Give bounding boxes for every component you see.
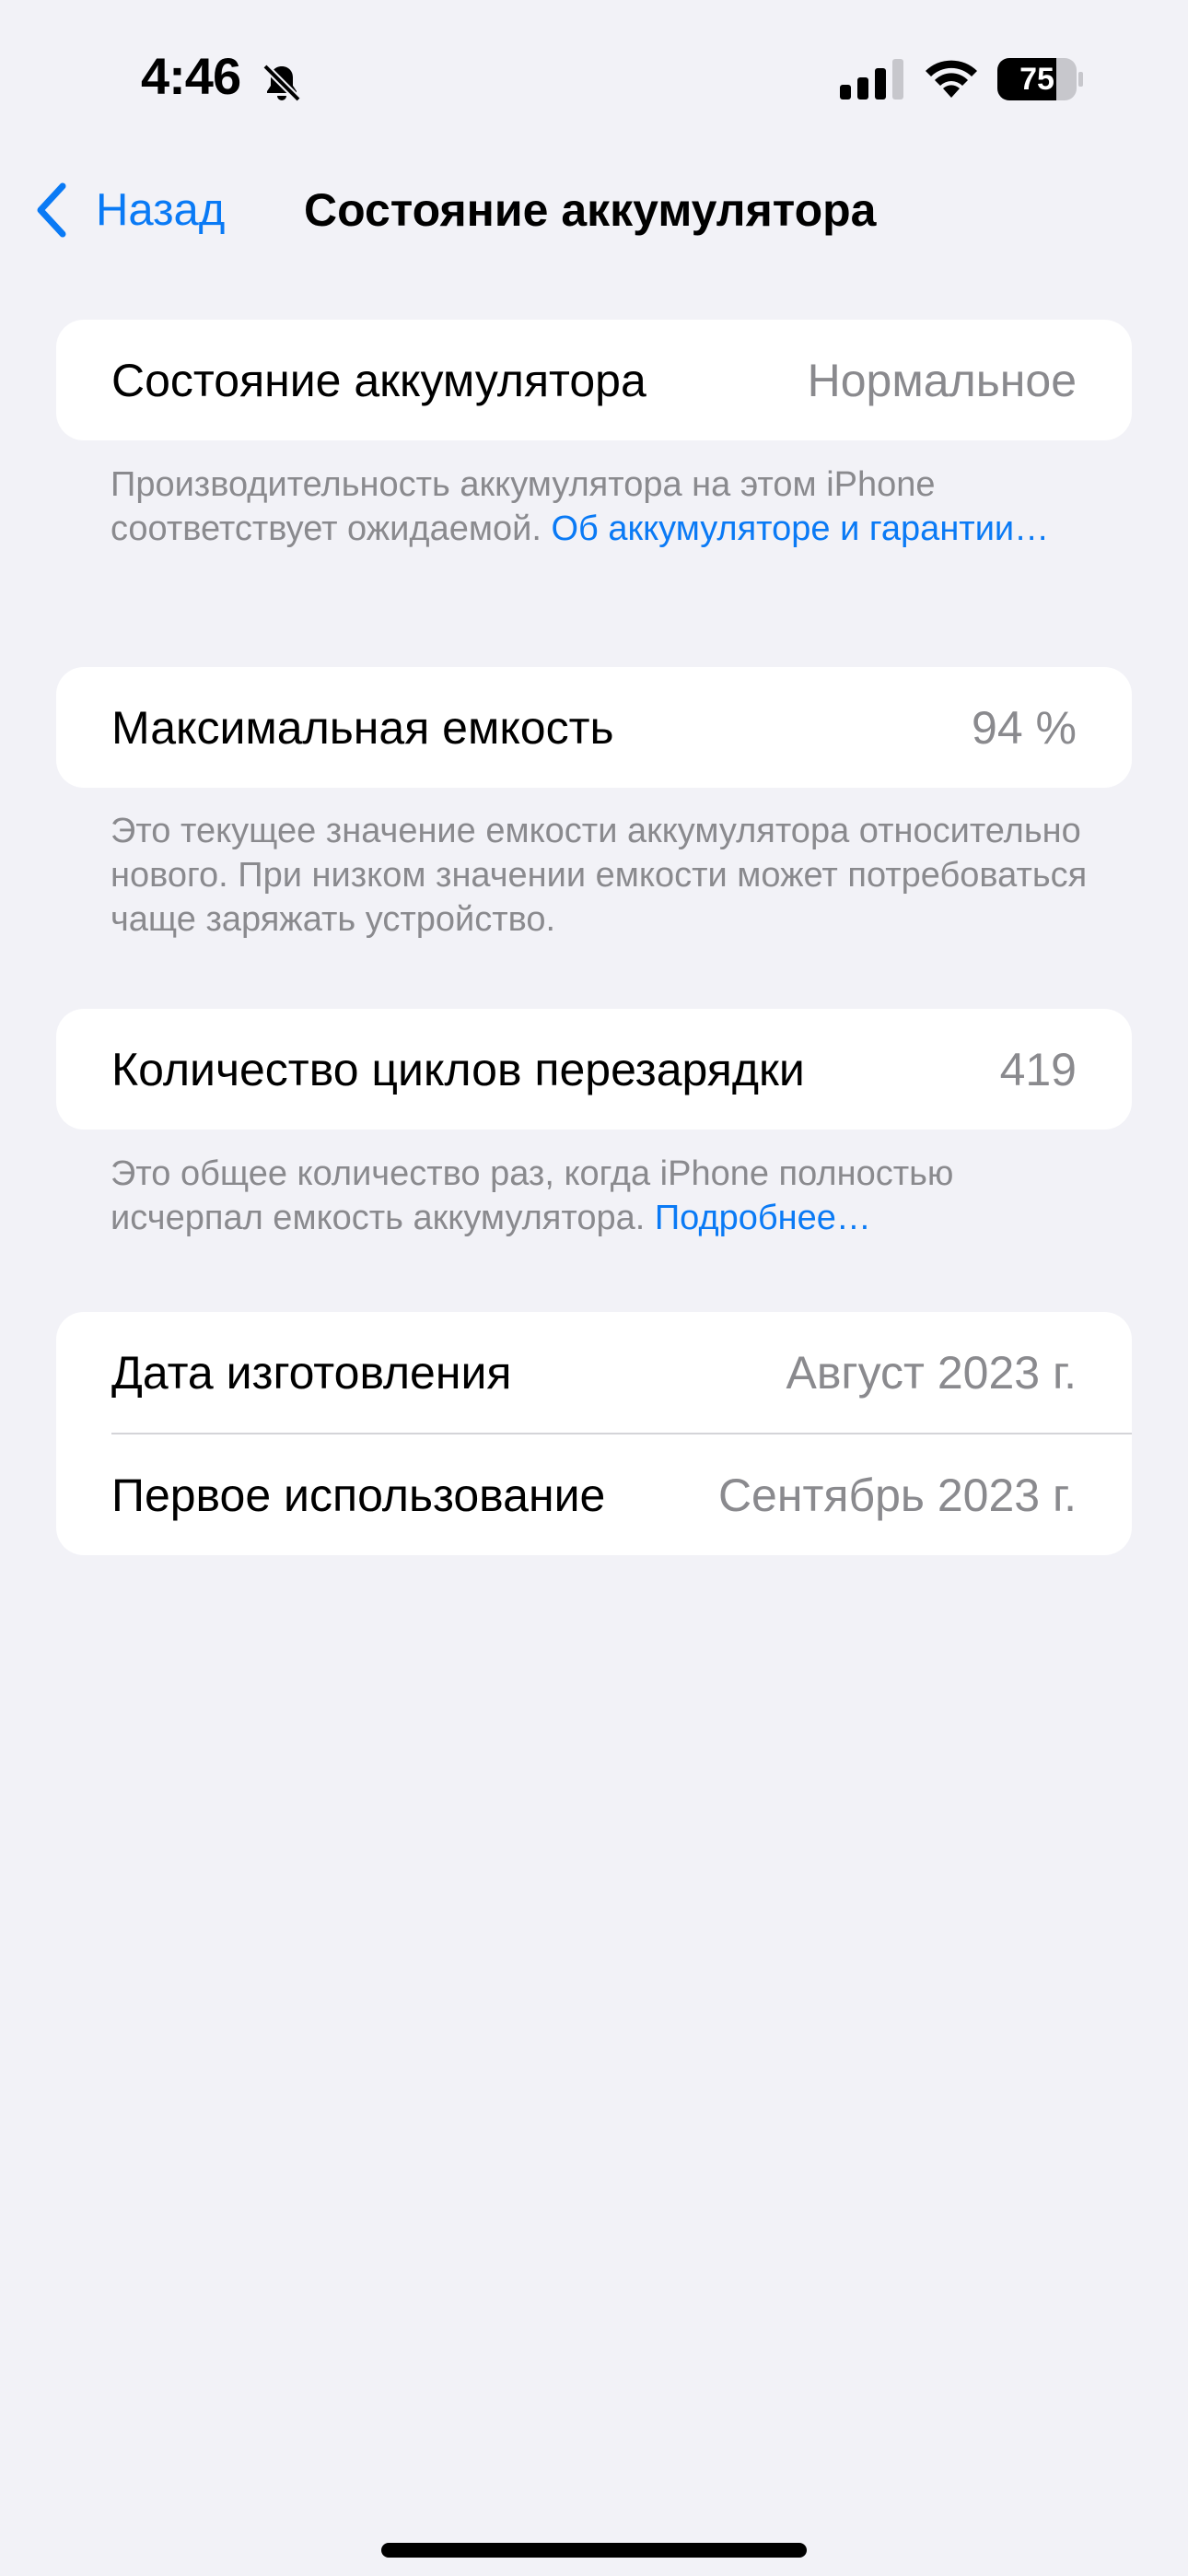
max-capacity-label: Максимальная емкость [111,701,614,754]
back-button[interactable]: Назад [33,175,225,245]
chevron-left-icon [37,182,66,238]
cycle-count-value: 419 [999,1043,1077,1095]
battery-health-value: Нормальное [807,354,1077,406]
manufacture-date-value: Август 2023 г. [786,1346,1077,1399]
cycle-count-label: Количество циклов перезарядки [111,1043,805,1095]
max-capacity-card: Максимальная емкость 94 % [56,667,1132,788]
wifi-icon [926,60,977,98]
cycle-count-note: Это общее количество раз, когда iPhone п… [111,1152,1096,1240]
first-use-row: Первое использование Сентябрь 2023 г. [56,1434,1132,1555]
battery-health-card: Состояние аккумулятора Нормальное [56,320,1132,440]
status-time: 4:46 [141,47,241,105]
home-indicator[interactable] [381,2543,807,2558]
manufacture-date-label: Дата изготовления [111,1346,512,1399]
max-capacity-row: Максимальная емкость 94 % [56,667,1132,788]
battery-level: 75 [1019,62,1054,97]
max-capacity-value: 94 % [972,701,1077,754]
learn-more-link[interactable]: Подробнее… [655,1199,871,1237]
cycle-count-row: Количество циклов перезарядки 419 [56,1009,1132,1130]
max-capacity-note: Это текущее значение емкости аккумулятор… [111,812,1088,939]
dates-card: Дата изготовления Август 2023 г. Первое … [56,1312,1132,1555]
bell-slash-icon [262,64,301,102]
battery-health-label: Состояние аккумулятора [111,354,646,406]
page-title: Состояние аккумулятора [304,184,877,236]
battery-warranty-link[interactable]: Об аккумуляторе и гарантии… [551,509,1049,548]
cycle-count-card: Количество циклов перезарядки 419 [56,1009,1132,1130]
manufacture-date-row: Дата изготовления Август 2023 г. [56,1312,1132,1433]
cellular-signal-icon [840,59,903,100]
status-bar: 4:46 75 [0,0,1188,161]
battery-health-row: Состояние аккумулятора Нормальное [56,320,1132,440]
first-use-label: Первое использование [111,1469,606,1521]
first-use-value: Сентябрь 2023 г. [717,1469,1077,1521]
battery-health-note: Производительность аккумулятора на этом … [111,463,1096,551]
back-button-label: Назад [96,185,226,235]
